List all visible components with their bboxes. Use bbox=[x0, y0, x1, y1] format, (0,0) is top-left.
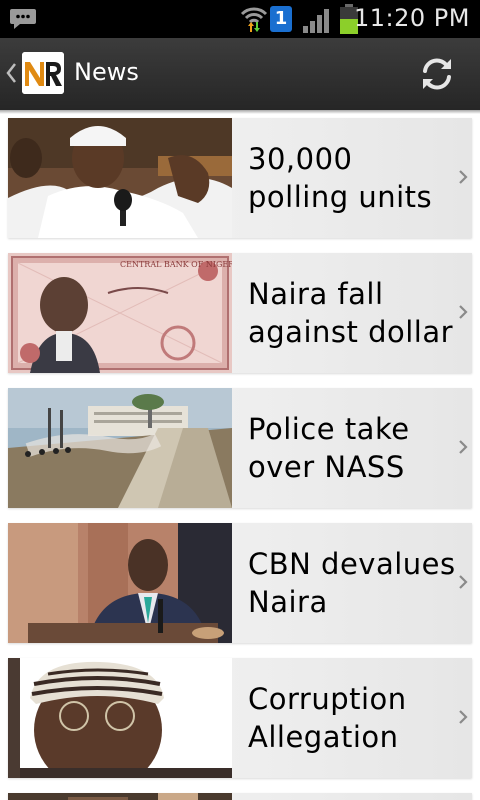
news-thumbnail bbox=[8, 793, 232, 800]
news-list: 30,000 polling units CENTRAL BANK OF NIG… bbox=[0, 110, 480, 800]
chevron-right-icon bbox=[459, 575, 468, 589]
news-headline: Naira fall against dollar bbox=[248, 277, 454, 349]
signal-icon bbox=[302, 6, 332, 38]
status-bar: 1 11:20 PM bbox=[0, 0, 480, 38]
news-thumbnail: CENTRAL BANK OF NIGERIA bbox=[8, 253, 232, 373]
news-item-partial[interactable] bbox=[8, 793, 472, 800]
news-thumbnail bbox=[8, 388, 232, 508]
news-item[interactable]: 30,000 polling units bbox=[8, 118, 472, 238]
news-thumbnail bbox=[8, 658, 232, 778]
page-title: News bbox=[74, 58, 139, 86]
news-headline: 30,000 polling units bbox=[248, 142, 433, 214]
app-logo[interactable] bbox=[22, 52, 64, 94]
chat-notification-icon bbox=[10, 6, 36, 30]
news-headline: Corruption Allegation bbox=[248, 682, 407, 754]
chevron-right-icon bbox=[459, 170, 468, 184]
news-item[interactable]: CBN devalues Naira bbox=[8, 523, 472, 643]
chevron-right-icon bbox=[459, 305, 468, 319]
news-item[interactable]: CENTRAL BANK OF NIGERIA Naira fall again… bbox=[8, 253, 472, 373]
back-chevron-icon[interactable] bbox=[4, 58, 18, 88]
status-time: 11:20 PM bbox=[354, 4, 470, 32]
refresh-icon[interactable] bbox=[418, 55, 456, 93]
news-headline: CBN devalues Naira bbox=[248, 547, 456, 619]
banknote-text: CENTRAL BANK OF NIGERIA bbox=[120, 260, 232, 269]
chevron-right-icon bbox=[459, 710, 468, 724]
news-item[interactable]: Police take over NASS bbox=[8, 388, 472, 508]
chevron-right-icon bbox=[459, 440, 468, 454]
news-thumbnail bbox=[8, 523, 232, 643]
action-bar: News bbox=[0, 38, 480, 110]
news-headline: Police take over NASS bbox=[248, 412, 410, 484]
news-item[interactable]: Corruption Allegation bbox=[8, 658, 472, 778]
wifi-icon bbox=[240, 4, 268, 38]
news-thumbnail bbox=[8, 118, 232, 238]
sim-badge-icon: 1 bbox=[270, 6, 292, 32]
